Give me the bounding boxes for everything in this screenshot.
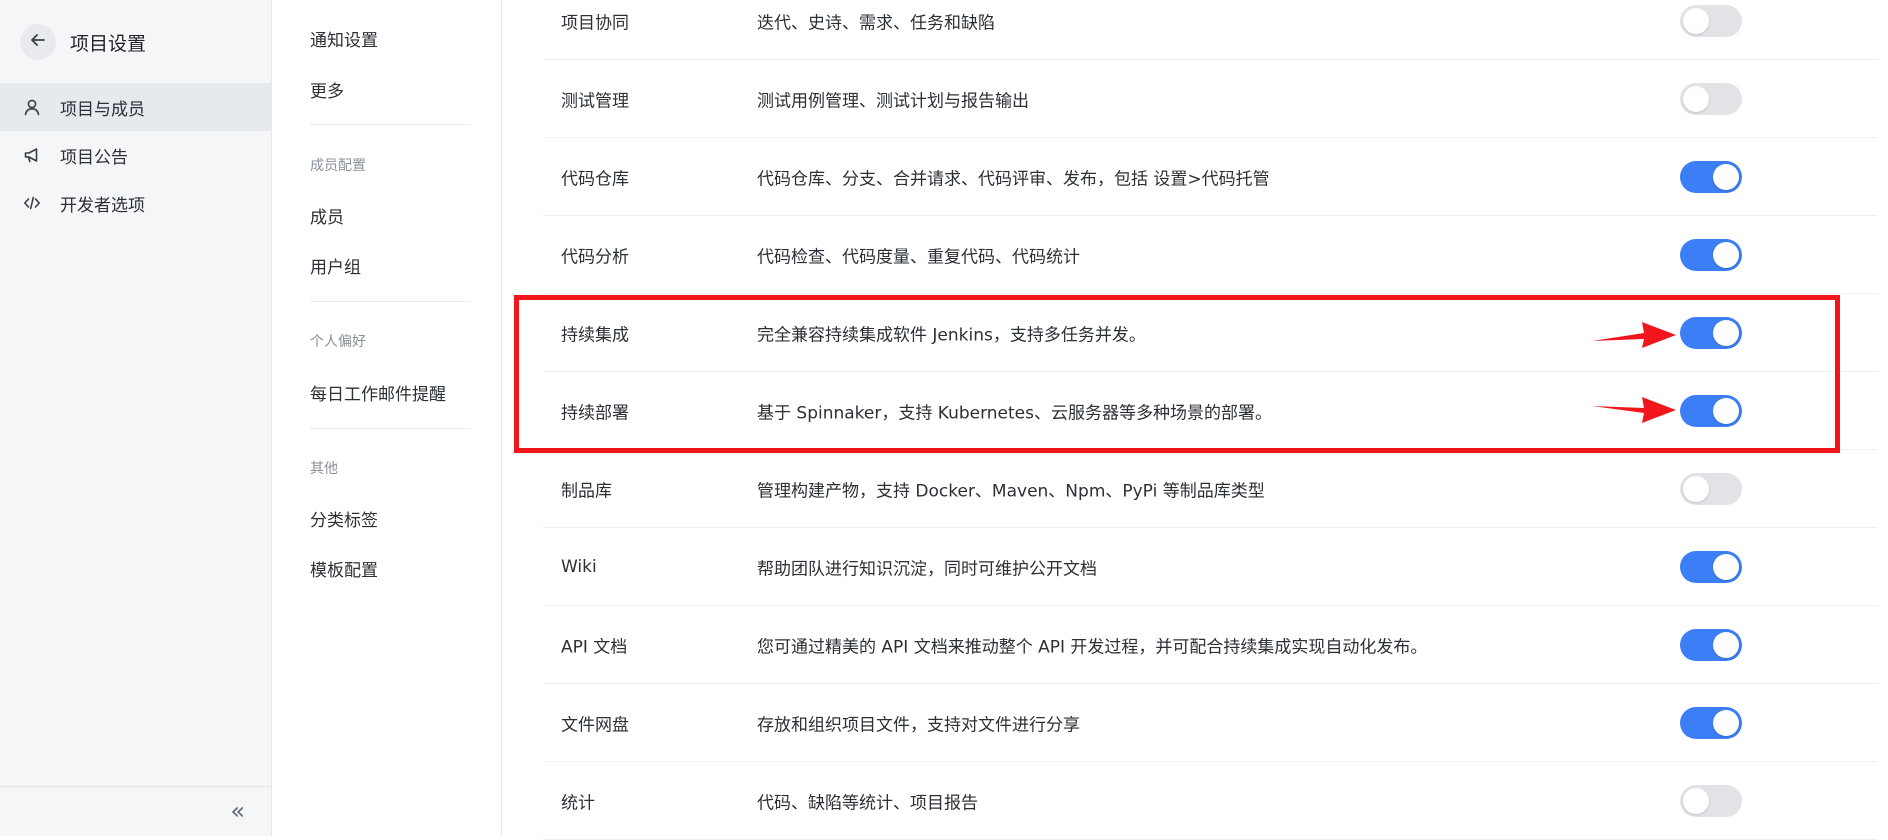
toggle-knob: [1713, 631, 1739, 658]
feature-row: 代码仓库 代码仓库、分支、合并请求、代码评审、发布，包括 设置>代码托管: [543, 138, 1878, 216]
page-title: 项目设置: [70, 32, 147, 55]
feature-description: 您可通过精美的 API 文档来推动整个 API 开发过程，并可配合持续集成实现自…: [757, 637, 1428, 657]
sidebar-item-project-members[interactable]: 项目与成员: [0, 83, 271, 131]
sidebar-item-label: 项目与成员: [60, 99, 145, 120]
feature-name: Wiki: [561, 556, 597, 577]
feature-description: 完全兼容持续集成软件 Jenkins，支持多任务并发。: [757, 325, 1146, 345]
subnav-item-templates[interactable]: 模板配置: [310, 556, 378, 581]
toggle-knob: [1713, 709, 1739, 736]
toggle-knob: [1683, 787, 1709, 814]
feature-name: 项目协同: [561, 13, 629, 33]
feature-list: 项目协同 迭代、史诗、需求、任务和缺陷 测试管理 测试用例管理、测试计划与报告输…: [503, 0, 1888, 840]
feature-toggle[interactable]: [1680, 472, 1742, 505]
sidebar-header: 项目设置: [20, 22, 146, 62]
collapse-sidebar-icon[interactable]: «: [230, 799, 245, 823]
subnav-divider: [310, 428, 470, 429]
feature-toggle[interactable]: [1680, 4, 1742, 37]
feature-toggle[interactable]: [1680, 706, 1742, 739]
feature-description: 代码、缺陷等统计、项目报告: [757, 793, 978, 813]
feature-toggle[interactable]: [1680, 394, 1742, 427]
subnav-group-other: 其他: [310, 461, 338, 477]
feature-toggle[interactable]: [1680, 550, 1742, 583]
subnav-item-daily-email[interactable]: 每日工作邮件提醒: [310, 380, 446, 405]
user-icon: [22, 97, 42, 117]
feature-description: 基于 Spinnaker，支持 Kubernetes、云服务器等多种场景的部署。: [757, 403, 1272, 423]
feature-row: 统计 代码、缺陷等统计、项目报告: [543, 762, 1878, 840]
sidebar-item-label: 开发者选项: [60, 195, 145, 216]
feature-row: 制品库 管理构建产物，支持 Docker、Maven、Npm、PyPi 等制品库…: [543, 450, 1878, 528]
feature-row: 持续部署 基于 Spinnaker，支持 Kubernetes、云服务器等多种场…: [543, 372, 1878, 450]
feature-row: API 文档 您可通过精美的 API 文档来推动整个 API 开发过程，并可配合…: [543, 606, 1878, 684]
feature-name: 代码仓库: [561, 169, 629, 189]
feature-description: 帮助团队进行知识沉淀，同时可维护公开文档: [757, 559, 1097, 579]
subnav-divider: [310, 124, 470, 125]
megaphone-icon: [22, 145, 42, 165]
feature-row: 测试管理 测试用例管理、测试计划与报告输出: [543, 60, 1878, 138]
toggle-knob: [1713, 553, 1739, 580]
feature-name: API 文档: [561, 637, 628, 657]
subnav-item-members[interactable]: 成员: [310, 203, 344, 228]
feature-row: 项目协同 迭代、史诗、需求、任务和缺陷: [543, 0, 1878, 60]
sidebar-item-label: 项目公告: [60, 147, 128, 168]
subnav-divider: [310, 301, 470, 302]
feature-row: 文件网盘 存放和组织项目文件，支持对文件进行分享: [543, 684, 1878, 762]
sidebar-nav: 项目与成员 项目公告 开发者选项: [0, 83, 271, 227]
feature-toggle[interactable]: [1680, 316, 1742, 349]
code-icon: [22, 193, 42, 213]
feature-name: 代码分析: [561, 247, 629, 267]
subnav-item-tags[interactable]: 分类标签: [310, 506, 378, 531]
feature-row: Wiki 帮助团队进行知识沉淀，同时可维护公开文档: [543, 528, 1878, 606]
feature-name: 持续部署: [561, 403, 629, 423]
feature-description: 存放和组织项目文件，支持对文件进行分享: [757, 715, 1080, 735]
feature-toggle[interactable]: [1680, 628, 1742, 661]
toggle-knob: [1683, 475, 1709, 502]
toggle-knob: [1683, 85, 1709, 112]
arrow-left-icon: [29, 31, 47, 53]
feature-name: 测试管理: [561, 91, 629, 111]
sidebar-footer: «: [0, 786, 271, 836]
back-button[interactable]: [20, 24, 56, 60]
subnav-item-user-groups[interactable]: 用户组: [310, 253, 361, 278]
feature-row: 持续集成 完全兼容持续集成软件 Jenkins，支持多任务并发。: [543, 294, 1878, 372]
sidebar-item-announcements[interactable]: 项目公告: [0, 131, 271, 179]
feature-name: 文件网盘: [561, 715, 629, 735]
subnav-group-members: 成员配置: [310, 158, 366, 174]
feature-description: 管理构建产物，支持 Docker、Maven、Npm、PyPi 等制品库类型: [757, 481, 1265, 501]
feature-row: 代码分析 代码检查、代码度量、重复代码、代码统计: [543, 216, 1878, 294]
feature-description: 代码检查、代码度量、重复代码、代码统计: [757, 247, 1080, 267]
feature-toggle[interactable]: [1680, 160, 1742, 193]
toggle-knob: [1713, 397, 1739, 424]
feature-name: 制品库: [561, 481, 612, 501]
subnav-item-more[interactable]: 更多: [310, 77, 344, 102]
toggle-knob: [1713, 319, 1739, 346]
feature-toggle[interactable]: [1680, 82, 1742, 115]
toggle-knob: [1713, 241, 1739, 268]
feature-name: 统计: [561, 793, 595, 813]
feature-toggle[interactable]: [1680, 238, 1742, 271]
feature-description: 测试用例管理、测试计划与报告输出: [757, 91, 1029, 111]
settings-sidebar: 项目设置 项目与成员 项目公告 开发者选项 «: [0, 0, 272, 836]
feature-description: 迭代、史诗、需求、任务和缺陷: [757, 13, 995, 33]
toggle-knob: [1683, 7, 1709, 34]
feature-name: 持续集成: [561, 325, 629, 345]
toggle-knob: [1713, 163, 1739, 190]
feature-toggle[interactable]: [1680, 784, 1742, 817]
settings-subnav: 通知设置 更多 成员配置 成员 用户组 个人偏好 每日工作邮件提醒 其他 分类标…: [272, 0, 502, 836]
subnav-item-notifications[interactable]: 通知设置: [310, 26, 378, 51]
feature-description: 代码仓库、分支、合并请求、代码评审、发布，包括 设置>代码托管: [757, 169, 1270, 189]
sidebar-item-developer-options[interactable]: 开发者选项: [0, 179, 271, 227]
subnav-group-preferences: 个人偏好: [310, 334, 366, 350]
